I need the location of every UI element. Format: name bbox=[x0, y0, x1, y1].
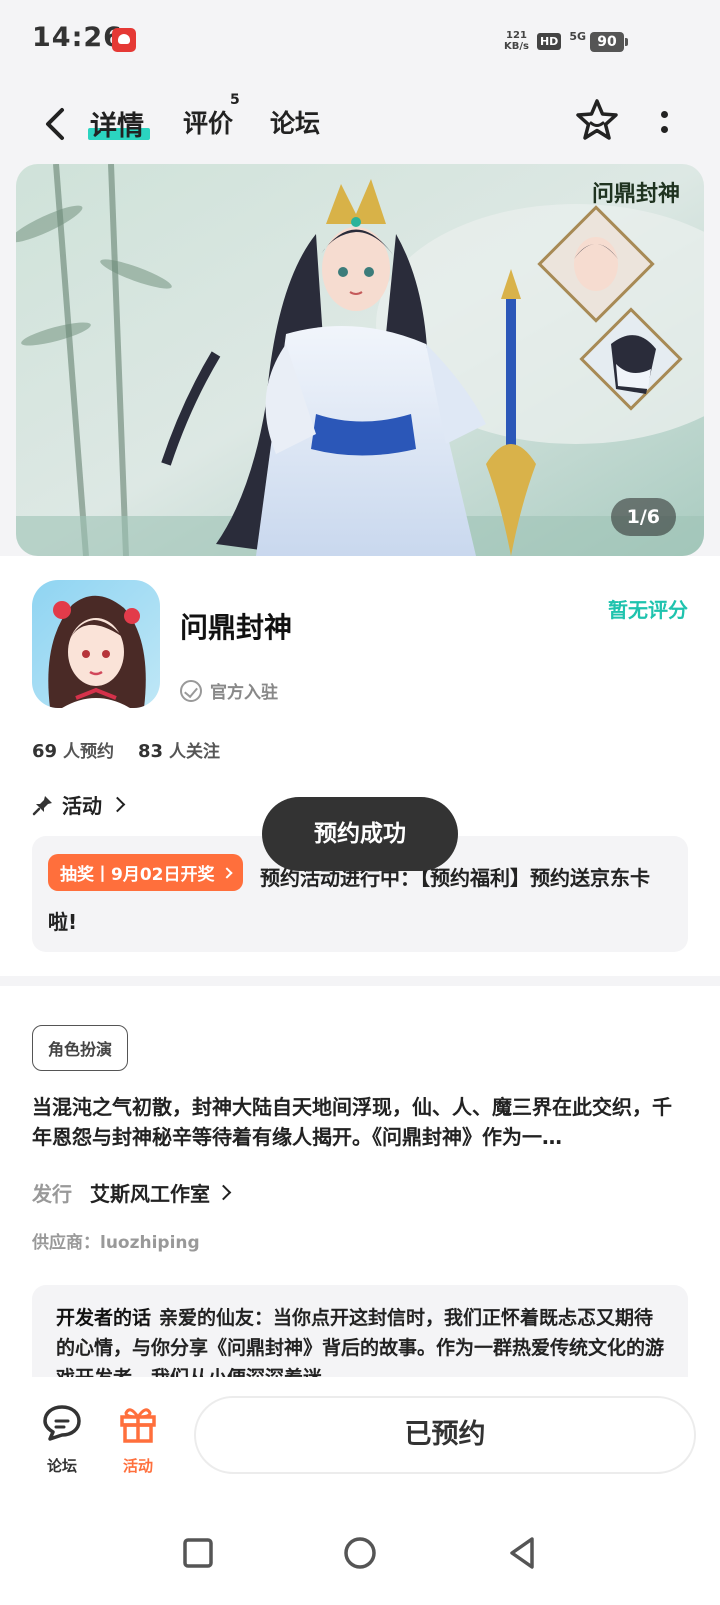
carousel-counter: 1/6 bbox=[610, 498, 676, 536]
genre-tag[interactable]: 角色扮演 bbox=[32, 1025, 129, 1071]
developer-note-card[interactable]: 开发者的话 亲爱的仙友：当你点开这封信时，我们正怀着既忐忑又期待的心情，与你分享《… bbox=[32, 1285, 688, 1377]
publisher-row[interactable]: 发行 艾斯风工作室 bbox=[32, 1178, 232, 1207]
status-bar: 14:26 121 KB/s HD 5G 90 bbox=[0, 0, 720, 84]
top-nav: 详情 评价 5 论坛 bbox=[0, 84, 720, 164]
reservations-stat: 69 人预约 bbox=[32, 737, 114, 762]
pin-icon bbox=[32, 795, 52, 815]
screenshot-carousel[interactable]: 问鼎封神 1/6 bbox=[16, 164, 704, 556]
forum-button[interactable]: 论坛 bbox=[32, 1401, 92, 1476]
developer-note-label: 开发者的话 bbox=[56, 1307, 152, 1329]
banner-illustration bbox=[16, 164, 704, 556]
tab-detail[interactable]: 详情 bbox=[90, 104, 144, 143]
publisher-name: 艾斯风工作室 bbox=[90, 1178, 232, 1207]
recent-apps-icon[interactable] bbox=[178, 1533, 218, 1573]
network-type: 5G bbox=[569, 29, 586, 43]
gift-icon bbox=[120, 1408, 156, 1443]
system-nav-bar bbox=[0, 1497, 720, 1605]
review-count-badge: 5 bbox=[230, 92, 240, 108]
supplier-info: 供应商：luozhiping bbox=[32, 1233, 200, 1253]
official-label: 官方入驻 bbox=[210, 683, 278, 703]
network-speed-unit: KB/s bbox=[503, 41, 529, 52]
game-logo-watermark: 问鼎封神 bbox=[591, 181, 680, 207]
followers-count: 83 bbox=[137, 741, 164, 762]
game-description[interactable]: 当混沌之气初散，封神大陆自天地间浮现，仙、人、魔三界在此交织，千年恩怨与封神秘辛… bbox=[32, 1092, 678, 1152]
chat-bubble-icon bbox=[43, 1405, 81, 1441]
tab-forum[interactable]: 论坛 bbox=[270, 104, 320, 140]
reserved-button[interactable]: 已预约 bbox=[194, 1396, 696, 1474]
tab-review[interactable]: 评价 bbox=[183, 104, 233, 140]
network-speed: 121 KB/s bbox=[504, 30, 529, 52]
reservations-label: 人预约 bbox=[62, 742, 114, 762]
activity-title: 活动 bbox=[62, 794, 102, 818]
back-icon[interactable] bbox=[502, 1533, 542, 1573]
lottery-tag[interactable]: 抽奖丨9月02日开奖 bbox=[48, 854, 243, 891]
verified-check-icon bbox=[180, 679, 202, 702]
section-divider bbox=[0, 976, 720, 986]
official-badge: 官方入驻 bbox=[180, 678, 278, 703]
app-icon bbox=[32, 580, 160, 708]
app-name: 问鼎封神 bbox=[180, 611, 293, 644]
chevron-right-icon bbox=[109, 796, 126, 813]
app-stats: 69 人预约 83 人关注 bbox=[32, 737, 220, 762]
lottery-tag-label: 抽奖丨9月02日开奖 bbox=[60, 865, 215, 885]
toast-message: 预约成功 bbox=[262, 797, 458, 871]
favorite-star-icon[interactable] bbox=[572, 96, 622, 146]
hd-icon: HD bbox=[536, 32, 562, 50]
app-notification-icon bbox=[112, 28, 136, 52]
publisher-label: 发行 bbox=[32, 1182, 72, 1206]
followers-label: 人关注 bbox=[168, 742, 220, 762]
reservations-count: 69 bbox=[32, 741, 58, 762]
publisher-name-text: 艾斯风工作室 bbox=[90, 1182, 210, 1206]
banner-area: 问鼎封神 1/6 bbox=[0, 164, 720, 556]
activity-button-label: 活动 bbox=[122, 1457, 153, 1475]
home-icon[interactable] bbox=[340, 1533, 380, 1573]
activity-button[interactable]: 活动 bbox=[108, 1401, 168, 1476]
network-speed-value: 121 bbox=[506, 30, 527, 41]
activity-section-header[interactable]: 活动 bbox=[32, 790, 126, 819]
more-menu-icon[interactable] bbox=[652, 104, 676, 140]
forum-button-label: 论坛 bbox=[46, 1457, 77, 1475]
status-time: 14:26 bbox=[32, 22, 123, 53]
back-arrow-icon[interactable] bbox=[38, 102, 72, 146]
followers-stat: 83 人关注 bbox=[138, 737, 220, 762]
developer-note: 开发者的话 亲爱的仙友：当你点开这封信时，我们正怀着既忐忑又期待的心情，与你分享《… bbox=[56, 1303, 666, 1377]
battery-icon: 90 bbox=[590, 32, 628, 52]
bottom-action-bar: 论坛 活动 已预约 bbox=[0, 1377, 720, 1497]
rating-status: 暂无评分 bbox=[608, 598, 688, 622]
chevron-right-icon bbox=[220, 866, 233, 879]
chevron-right-icon bbox=[215, 1184, 232, 1201]
